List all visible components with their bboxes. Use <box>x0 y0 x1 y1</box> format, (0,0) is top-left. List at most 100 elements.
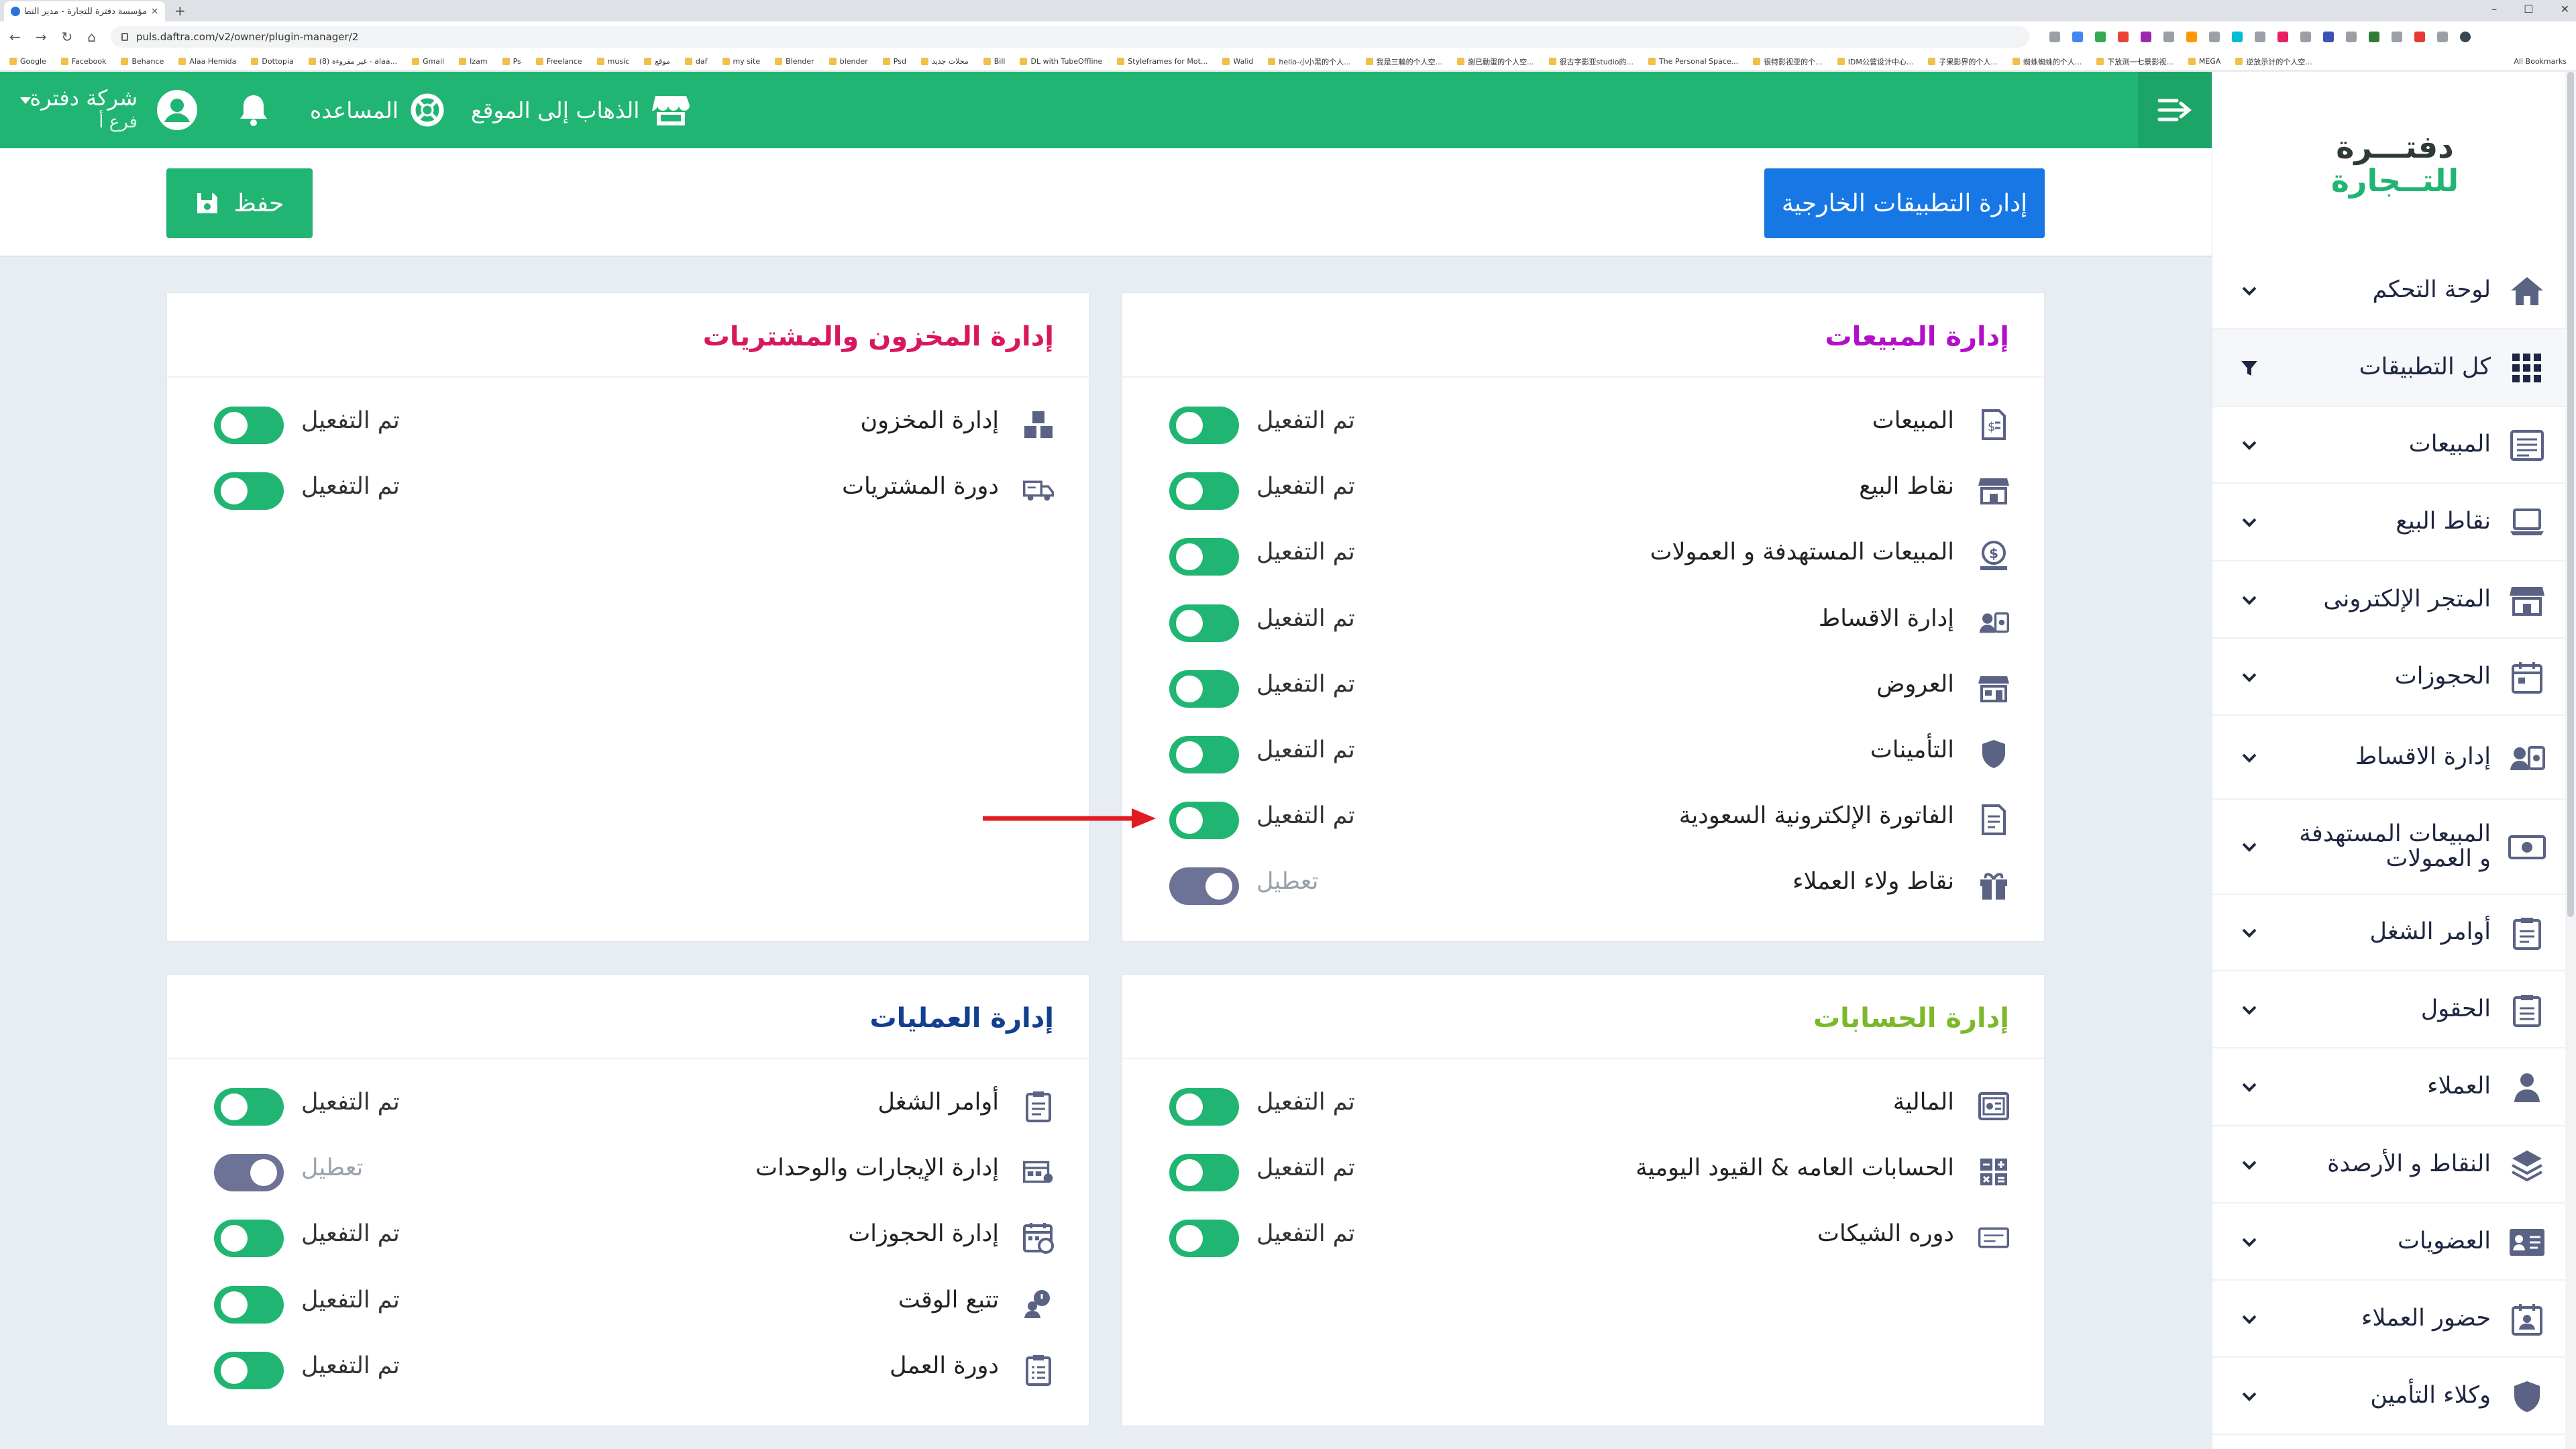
close-window-button[interactable]: ✕ <box>2561 3 2569 15</box>
bookmark-item[interactable]: Behance <box>121 57 164 66</box>
plugin-toggle-dollar-badge[interactable] <box>1169 538 1239 576</box>
sidebar-item-laptop[interactable]: نقاط البيع <box>2212 484 2566 561</box>
save-button[interactable]: حفظ <box>166 168 313 238</box>
sidebar-item-money[interactable]: المبيعات المستهدفة و العمولات <box>2212 800 2566 895</box>
extension-icon[interactable] <box>2141 32 2151 42</box>
bookmark-item[interactable]: daf <box>684 57 708 66</box>
bookmark-item[interactable]: IDM公营设计中心... <box>1837 56 1913 67</box>
extension-icon[interactable] <box>2277 32 2288 42</box>
scrollbar-thumb[interactable] <box>2567 72 2574 917</box>
sidebar-item-installments[interactable]: إدارة الاقساط <box>2212 716 2566 800</box>
maximize-button[interactable]: ☐ <box>2524 3 2533 15</box>
new-tab-button[interactable]: + <box>174 3 186 19</box>
chevron-down-icon[interactable] <box>2239 1155 2259 1175</box>
browser-tab[interactable]: مؤسسة دفترة للتجارة - مدير التط... ✕ <box>4 1 165 21</box>
plugin-toggle-ledger-grid[interactable] <box>1169 1154 1239 1192</box>
sidebar-item-shop[interactable]: المتجر الإلكترونى <box>2212 561 2566 639</box>
bookmark-item[interactable]: Izam <box>459 57 488 66</box>
chevron-down-icon[interactable] <box>2239 667 2259 688</box>
bookmark-item[interactable]: Blender <box>775 57 814 66</box>
bookmark-item[interactable]: موقع <box>644 57 670 66</box>
extension-icon[interactable] <box>2072 32 2083 42</box>
sidebar-item-layers[interactable]: النقاط و الأرصدة <box>2212 1126 2566 1203</box>
bookmark-item[interactable]: Ps <box>502 57 521 66</box>
chevron-down-icon[interactable] <box>2239 923 2259 943</box>
plugin-toggle-invoice[interactable] <box>1169 407 1239 444</box>
filter-icon[interactable] <box>2239 358 2259 378</box>
extension-icon[interactable] <box>2346 32 2357 42</box>
minimize-button[interactable]: – <box>2491 3 2497 15</box>
chevron-down-icon[interactable] <box>2239 590 2259 610</box>
bookmark-item[interactable]: Freelance <box>535 57 582 66</box>
sidebar-item-apps-grid[interactable]: كل التطبيقات <box>2212 329 2566 407</box>
sidebar-item-sales-doc[interactable]: المبيعات <box>2212 407 2566 484</box>
go-to-site-link[interactable]: الذهاب إلى الموقع <box>471 72 690 148</box>
bookmark-item[interactable]: Alaa Hemida <box>178 57 236 66</box>
plugin-toggle-clipboard[interactable] <box>214 1088 284 1126</box>
plugin-toggle-shield[interactable] <box>1169 736 1239 773</box>
bookmark-item[interactable]: 我是三輪的个人空... <box>1365 56 1442 67</box>
bookmark-item[interactable]: blender <box>828 57 868 66</box>
bookmark-item[interactable]: DL with TubeOffline <box>1020 57 1102 66</box>
extension-icon[interactable] <box>2300 32 2311 42</box>
profile-avatar-icon[interactable] <box>2460 32 2471 42</box>
plugin-toggle-e-invoice[interactable] <box>1169 802 1239 840</box>
extension-icon[interactable] <box>2095 32 2106 42</box>
bookmark-item[interactable]: Gmail <box>411 57 444 66</box>
chevron-down-icon[interactable] <box>2239 513 2259 533</box>
bookmark-item[interactable]: 很特影视亚的个... <box>1753 56 1823 67</box>
bookmark-item[interactable]: Styleframes for Mot... <box>1117 57 1208 66</box>
plugin-toggle-time-tracking[interactable] <box>214 1285 284 1324</box>
extension-icon[interactable] <box>2437 32 2448 42</box>
back-icon[interactable]: ← <box>9 29 21 45</box>
plugin-toggle-boxes[interactable] <box>214 407 284 444</box>
plugin-toggle-truck[interactable] <box>214 472 284 511</box>
bookmark-item[interactable]: Google <box>9 57 46 66</box>
extension-icon[interactable] <box>2323 32 2334 42</box>
plugin-toggle-offers-store[interactable] <box>1169 669 1239 708</box>
bookmark-item[interactable]: hello-小小黑的个人... <box>1268 56 1351 67</box>
plugin-toggle-workflow-clipboard[interactable] <box>214 1351 284 1389</box>
bookmark-item[interactable]: 逆放示计的个人空... <box>2235 56 2312 67</box>
reload-icon[interactable]: ↻ <box>62 29 73 45</box>
bookmark-item[interactable]: 下放测一七景影视... <box>2096 56 2174 67</box>
sidebar-scrollbar[interactable] <box>2565 72 2576 1449</box>
sidebar-item-membership-card[interactable]: العضويات <box>2212 1203 2566 1281</box>
chevron-down-icon[interactable] <box>2239 1309 2259 1330</box>
bookmark-item[interactable]: my site <box>722 57 760 66</box>
extension-icon[interactable] <box>2118 32 2129 42</box>
bookmark-item[interactable]: 很古字影亚studio的... <box>1548 56 1633 67</box>
plugin-toggle-gift[interactable] <box>1169 867 1239 906</box>
sidebar-item-insurance-agents[interactable]: وكلاء التأمين <box>2212 1358 2566 1435</box>
plugin-toggle-calendar-clock[interactable] <box>214 1220 284 1258</box>
sidebar-item-attendance[interactable]: حضور العملاء <box>2212 1281 2566 1358</box>
extension-icon[interactable] <box>2255 32 2265 42</box>
chevron-down-icon[interactable] <box>2239 1232 2259 1252</box>
chevron-down-icon[interactable] <box>2239 1387 2259 1407</box>
bookmark-item[interactable]: Psd <box>882 57 906 66</box>
chevron-down-icon[interactable] <box>2239 281 2259 301</box>
sidebar-item-customers[interactable]: العملاء <box>2212 1049 2566 1126</box>
chevron-down-icon[interactable] <box>2239 435 2259 455</box>
extension-icon[interactable] <box>2186 32 2197 42</box>
plugin-toggle-rentals[interactable] <box>214 1154 284 1192</box>
plugin-toggle-finance[interactable] <box>1169 1088 1239 1126</box>
bookmark-item[interactable]: 謝已動蛋的个人空... <box>1457 56 1534 67</box>
extension-icon[interactable] <box>2232 32 2243 42</box>
plugin-toggle-store[interactable] <box>1169 472 1239 511</box>
help-link[interactable]: المساعده <box>310 72 444 148</box>
site-info-icon[interactable] <box>121 33 128 41</box>
notifications-button[interactable] <box>239 72 268 148</box>
sidebar-item-fields[interactable]: الحقول <box>2212 971 2566 1049</box>
daftra-logo[interactable]: دفتـــرة للتــجارة <box>2212 72 2576 253</box>
tab-close-icon[interactable]: ✕ <box>151 7 158 17</box>
chevron-down-icon[interactable] <box>2239 837 2259 857</box>
plugin-toggle-cheque[interactable] <box>1169 1220 1239 1258</box>
sidebar-toggle-button[interactable] <box>2138 72 2212 148</box>
sidebar-item-calendar[interactable]: الحجوزات <box>2212 639 2566 716</box>
sidebar-item-work-orders[interactable]: أوامر الشغل <box>2212 895 2566 971</box>
url-field[interactable]: puls.daftra.com/v2/owner/plugin-manager/… <box>111 26 2029 48</box>
bookmark-item[interactable]: (8) غير مقروءة - alaa... <box>308 57 397 66</box>
bookmark-item[interactable]: Facebook <box>60 57 106 66</box>
all-bookmarks-link[interactable]: All Bookmarks <box>2514 57 2567 66</box>
